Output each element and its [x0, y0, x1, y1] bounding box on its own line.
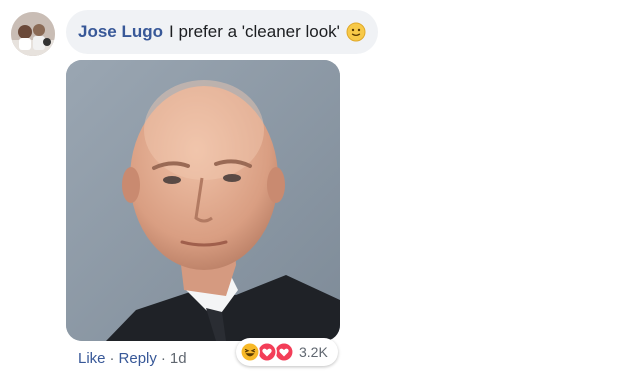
comment-actions: Like · Reply · 1d [78, 350, 187, 367]
slightly-smiling-face-icon [346, 22, 366, 42]
like-link[interactable]: Like [78, 350, 106, 367]
comment-bubble: Jose Lugo I prefer a 'cleaner look' [66, 10, 378, 54]
comment-thread: Jose Lugo I prefer a 'cleaner look' Like… [0, 0, 640, 385]
haha-icon [240, 342, 260, 362]
portrait-image [66, 60, 340, 341]
avatar[interactable] [11, 12, 55, 56]
comment-author-link[interactable]: Jose Lugo [78, 22, 163, 42]
avatar-image [11, 12, 55, 56]
love-icon [257, 342, 277, 362]
love-icon [274, 342, 294, 362]
separator: · [109, 350, 115, 367]
reaction-count: 3.2K [299, 344, 328, 360]
comment-text: I prefer a 'cleaner look' [169, 22, 340, 41]
separator: · [160, 350, 166, 367]
reply-link[interactable]: Reply [119, 350, 157, 367]
reactions-summary[interactable]: 3.2K [236, 338, 338, 366]
comment-attachment-image[interactable] [66, 60, 340, 341]
timestamp[interactable]: 1d [170, 350, 187, 367]
